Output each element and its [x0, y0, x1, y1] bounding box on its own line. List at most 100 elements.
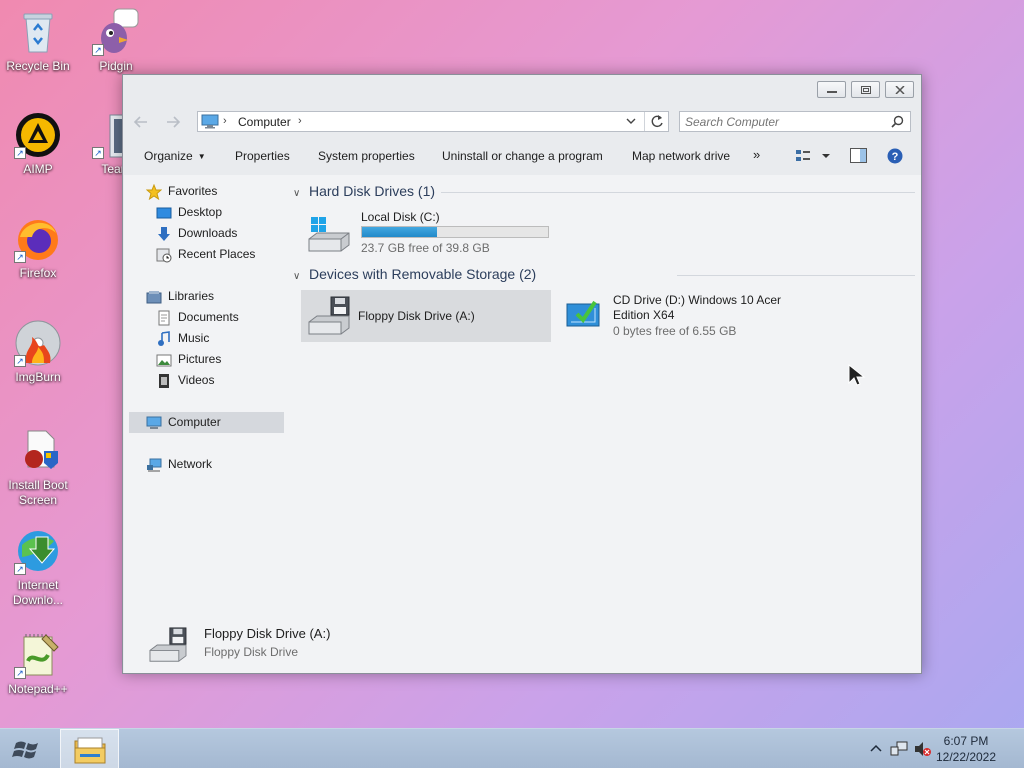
- forward-arrow-icon: [167, 116, 181, 128]
- refresh-button[interactable]: [644, 112, 668, 131]
- shortcut-arrow-icon: ↗: [14, 667, 26, 679]
- breadcrumb-separator-icon[interactable]: ›: [298, 115, 302, 127]
- desktop-icon-pidgin[interactable]: ↗ Pidgin: [80, 8, 152, 74]
- desktop-icon-label: AIMP: [23, 162, 53, 176]
- forward-button[interactable]: [163, 113, 183, 131]
- nav-item-favorites[interactable]: Favorites: [146, 181, 284, 202]
- back-button[interactable]: [131, 113, 151, 131]
- close-button[interactable]: [885, 81, 914, 98]
- desktop-icon-internet-download-manager[interactable]: ↗ Internet Downlo...: [2, 527, 74, 608]
- minimize-button[interactable]: [817, 81, 846, 98]
- drive-name-line-2: Edition X64: [613, 308, 675, 322]
- drive-usage-fill: [362, 227, 438, 237]
- details-item-type: Floppy Disk Drive: [204, 645, 299, 659]
- group-title: Devices with Removable Storage (2): [309, 266, 537, 282]
- drive-floppy-a[interactable]: Floppy Disk Drive (A:): [301, 290, 551, 342]
- change-view-button[interactable]: [795, 148, 831, 167]
- videos-icon: [159, 374, 169, 388]
- help-icon: ?: [887, 148, 903, 164]
- nav-item-label: Computer: [168, 415, 221, 429]
- nav-item-label: Favorites: [168, 184, 218, 198]
- nav-item-downloads[interactable]: Downloads: [156, 223, 294, 244]
- drive-name-line-1: CD Drive (D:) Windows 10 Acer: [613, 293, 782, 307]
- shortcut-arrow-icon: ↗: [14, 147, 26, 159]
- cd-drive-icon: [566, 300, 600, 327]
- system-properties-button[interactable]: System properties: [318, 149, 415, 163]
- group-title: Hard Disk Drives (1): [309, 183, 436, 199]
- drive-cd-d[interactable]: CD Drive (D:) Windows 10 Acer Edition X6…: [559, 290, 819, 342]
- more-commands-button[interactable]: »: [753, 147, 760, 162]
- desktop-icon-install-boot-screen[interactable]: Install Boot Screen: [2, 427, 74, 508]
- details-pane: Floppy Disk Drive (A:) Floppy Disk Drive: [124, 615, 921, 673]
- map-network-drive-button[interactable]: Map network drive: [632, 149, 730, 163]
- navigation-pane: Favorites Desktop Downloads Recent Place…: [124, 175, 286, 615]
- system-tray: [866, 729, 931, 768]
- desktop-icon-recycle-bin[interactable]: Recycle Bin: [2, 8, 74, 74]
- explorer-window: › Computer › Organize ▼ Properties System…: [122, 74, 922, 674]
- search-icon[interactable]: [891, 115, 904, 128]
- drive-local-disk-c[interactable]: Local Disk (C:) 23.7 GB free of 39.8 GB: [301, 205, 553, 259]
- desktop-icon-notepadpp[interactable]: ↗ Notepad++: [2, 631, 74, 697]
- shortcut-arrow-icon: ↗: [92, 147, 104, 159]
- content-area: Favorites Desktop Downloads Recent Place…: [124, 175, 921, 615]
- nav-item-desktop[interactable]: Desktop: [156, 202, 294, 223]
- desktop-icon-label: ImgBurn: [15, 370, 61, 384]
- breadcrumb-computer[interactable]: Computer: [238, 115, 291, 129]
- properties-button[interactable]: Properties: [235, 149, 290, 163]
- close-icon: [895, 86, 905, 94]
- shortcut-arrow-icon: ↗: [14, 355, 26, 367]
- nav-item-label: Libraries: [168, 289, 215, 303]
- command-bar: Organize ▼ Properties System properties U…: [123, 141, 921, 171]
- drive-name: Local Disk (C:): [361, 210, 440, 224]
- shortcut-arrow-icon: ↗: [14, 251, 26, 263]
- breadcrumb-separator-icon[interactable]: ›: [223, 115, 227, 127]
- organize-button[interactable]: Organize ▼: [144, 149, 206, 163]
- mouse-cursor-icon: [848, 364, 866, 386]
- start-button[interactable]: [10, 737, 46, 763]
- desktop-icon-label: Notepad++: [8, 682, 68, 696]
- file-explorer-icon: [74, 737, 106, 764]
- view-options-icon: [796, 150, 830, 161]
- help-button[interactable]: ?: [887, 148, 903, 167]
- uninstall-program-button[interactable]: Uninstall or change a program: [442, 149, 603, 163]
- recent-places-icon: [156, 248, 172, 263]
- desktop-icon-label: Install Boot Screen: [8, 478, 68, 507]
- preview-pane-icon: [850, 148, 867, 163]
- search-box[interactable]: [679, 111, 911, 132]
- preview-pane-button[interactable]: [850, 148, 867, 166]
- nav-item-pictures[interactable]: Pictures: [156, 349, 294, 370]
- nav-item-videos[interactable]: Videos: [156, 370, 294, 391]
- drive-free-space: 0 bytes free of 6.55 GB: [613, 324, 737, 338]
- computer-icon: [201, 114, 219, 129]
- group-header-hard-disks[interactable]: ∨ Hard Disk Drives (1): [293, 183, 435, 199]
- network-status-icon[interactable]: [890, 741, 908, 757]
- nav-item-music[interactable]: Music: [156, 328, 294, 349]
- shortcut-arrow-icon: ↗: [14, 563, 26, 575]
- title-bar[interactable]: [123, 75, 921, 105]
- search-input[interactable]: [680, 112, 880, 131]
- address-dropdown-icon[interactable]: [626, 117, 636, 125]
- documents-icon: [158, 310, 170, 326]
- nav-item-libraries[interactable]: Libraries: [146, 286, 284, 307]
- group-header-removable[interactable]: ∨ Devices with Removable Storage (2): [293, 266, 536, 282]
- download-arrow-icon: [158, 227, 170, 241]
- nav-item-label: Desktop: [178, 205, 223, 219]
- nav-item-documents[interactable]: Documents: [156, 307, 294, 328]
- drive-free-space: 23.7 GB free of 39.8 GB: [361, 241, 490, 255]
- nav-item-label: Recent Places: [178, 247, 256, 261]
- show-hidden-icons-icon[interactable]: [870, 743, 882, 753]
- nav-item-network[interactable]: Network: [146, 454, 284, 475]
- nav-item-recent-places[interactable]: Recent Places: [156, 244, 294, 265]
- network-icon: [147, 458, 162, 472]
- chevron-down-icon: ∨: [293, 271, 301, 282]
- taskbar-explorer-button[interactable]: [60, 729, 119, 768]
- refresh-icon: [651, 115, 663, 128]
- aimp-icon: ↗: [14, 111, 62, 159]
- clock[interactable]: 6:07 PM 12/22/2022: [926, 733, 1006, 765]
- desktop-icon-aimp[interactable]: ↗ AIMP: [2, 111, 74, 177]
- desktop-icon-firefox[interactable]: ↗ Firefox: [2, 215, 74, 281]
- desktop-icon-imgburn[interactable]: ↗ ImgBurn: [2, 319, 74, 385]
- restore-button[interactable]: [851, 81, 880, 98]
- nav-item-computer[interactable]: Computer: [129, 412, 284, 433]
- address-bar[interactable]: › Computer ›: [197, 111, 669, 132]
